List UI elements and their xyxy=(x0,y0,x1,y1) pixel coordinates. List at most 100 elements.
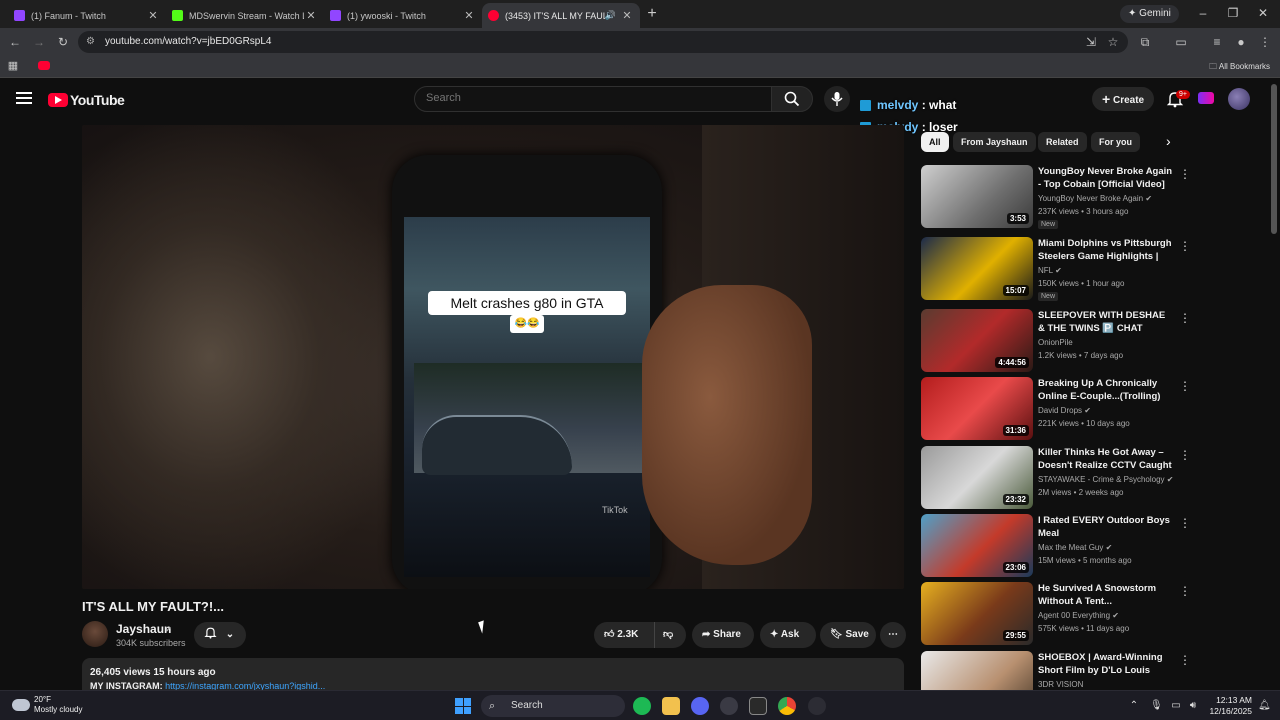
more-vertical-icon[interactable]: ⋮ xyxy=(1179,584,1191,598)
video-thumbnail[interactable]: 4:44:56 xyxy=(921,309,1033,372)
more-vertical-icon[interactable]: ⋮ xyxy=(1179,516,1191,530)
recommendation-item[interactable]: 29:55 He Survived A Snowstorm Without A T… xyxy=(921,582,1261,646)
extension-icon[interactable] xyxy=(1198,92,1214,104)
profile-icon[interactable]: ● xyxy=(1234,35,1248,49)
more-vertical-icon[interactable]: ⋮ xyxy=(1179,653,1191,667)
chrome-icon[interactable] xyxy=(778,697,796,715)
menu-icon[interactable]: ⋮ xyxy=(1258,35,1272,49)
more-vertical-icon[interactable]: ⋮ xyxy=(1179,379,1191,393)
voice-search-button[interactable] xyxy=(824,86,850,112)
forward-icon[interactable]: → xyxy=(32,35,46,49)
speaker-icon[interactable]: 🔊 xyxy=(605,10,616,21)
tab-close-icon[interactable]: ✕ xyxy=(304,9,318,22)
recommendation-title[interactable]: Breaking Up A Chronically Online E-Coupl… xyxy=(1038,377,1173,403)
site-info-icon[interactable]: ⚙ xyxy=(86,36,95,47)
windows-start-icon[interactable] xyxy=(455,698,471,714)
browser-tab[interactable]: (1) Fanum - Twitch ✕ xyxy=(8,3,166,28)
reload-icon[interactable]: ↻ xyxy=(56,35,70,49)
recommendation-title[interactable]: I Rated EVERY Outdoor Boys Meal xyxy=(1038,514,1173,540)
chip-for-you[interactable]: For you xyxy=(1091,132,1140,152)
browser-tab[interactable]: (1) ywooski - Twitch ✕ xyxy=(324,3,482,28)
bookmark-star-icon[interactable]: ☆ xyxy=(1106,35,1120,49)
video-thumbnail[interactable]: 31:36 xyxy=(921,377,1033,440)
more-vertical-icon[interactable]: ⋮ xyxy=(1179,448,1191,462)
epic-games-icon[interactable] xyxy=(749,697,767,715)
search-button[interactable] xyxy=(771,86,813,112)
subscribed-button[interactable]: ⌄ xyxy=(194,622,246,648)
install-app-icon[interactable]: ⇲ xyxy=(1084,35,1098,49)
create-button[interactable]: + Create xyxy=(1092,87,1155,111)
recommendation-item[interactable]: 4:44:56 SLEEPOVER WITH DESHAE & THE TWINS… xyxy=(921,309,1261,373)
search-box[interactable] xyxy=(414,86,772,112)
video-thumbnail[interactable]: 23:06 xyxy=(921,514,1033,577)
youtube-bookmark-icon[interactable] xyxy=(38,61,50,70)
mic-tray-icon[interactable]: 🎙︎ xyxy=(1150,700,1163,711)
recommendation-title[interactable]: SHOEBOX | Award-Winning Short Film by D'… xyxy=(1038,651,1173,677)
extensions-icon[interactable]: ⧉ xyxy=(1138,35,1152,50)
save-button[interactable]: 🔖︎ Save xyxy=(820,622,876,648)
chip-from-channel[interactable]: From Jayshaun xyxy=(953,132,1036,152)
recommendation-title[interactable]: Killer Thinks He Got Away – Doesn't Real… xyxy=(1038,446,1173,472)
discord-icon[interactable] xyxy=(691,697,709,715)
chip-all[interactable]: All xyxy=(921,132,949,152)
network-icon[interactable]: ▭ xyxy=(1170,700,1182,711)
tray-overflow-icon[interactable]: ⌃ xyxy=(1128,700,1140,711)
recommendation-item[interactable]: 3:53 YoungBoy Never Broke Again - Top Cob… xyxy=(921,165,1261,229)
tab-close-icon[interactable]: ✕ xyxy=(146,9,160,22)
account-avatar[interactable] xyxy=(1228,88,1250,110)
clock[interactable]: 12:13 AM 12/16/2025 xyxy=(1206,695,1252,717)
apps-grid-icon[interactable]: ▦ xyxy=(6,59,20,72)
gemini-button[interactable]: ✦ Gemini xyxy=(1120,5,1179,23)
notification-center-icon[interactable]: 🔔︎ xyxy=(1258,700,1271,711)
like-button[interactable]: 👍︎ 2.3K xyxy=(604,629,638,640)
video-player[interactable]: Melt crashes g80 in GTA 😂😂 TikTok xyxy=(82,125,904,589)
close-window-icon[interactable]: ✕ xyxy=(1256,6,1270,20)
tab-close-icon[interactable]: ✕ xyxy=(620,9,634,22)
search-input[interactable] xyxy=(426,92,746,104)
browser-tab-active[interactable]: (3453) IT'S ALL MY FAULT?!... 🔊 ✕ xyxy=(482,3,640,28)
recommendation-item[interactable]: 15:07 Miami Dolphins vs Pittsburgh Steele… xyxy=(921,237,1261,301)
restore-icon[interactable]: ❐ xyxy=(1226,6,1240,20)
chip-related[interactable]: Related xyxy=(1038,132,1087,152)
more-vertical-icon[interactable]: ⋮ xyxy=(1179,239,1191,253)
recommendation-title[interactable]: SLEEPOVER WITH DESHAE & THE TWINS 🅿️ CHA… xyxy=(1038,309,1173,335)
spotify-icon[interactable] xyxy=(633,697,651,715)
recommendation-item[interactable]: 31:36 Breaking Up A Chronically Online E-… xyxy=(921,377,1261,441)
more-vertical-icon[interactable]: ⋮ xyxy=(1179,167,1191,181)
chevron-right-icon[interactable]: › xyxy=(1166,133,1171,149)
steam-icon[interactable] xyxy=(720,697,738,715)
taskbar-search[interactable]: ⌕ Search xyxy=(481,695,625,717)
app-icon[interactable] xyxy=(808,697,826,715)
more-vertical-icon[interactable]: ⋮ xyxy=(1179,311,1191,325)
youtube-logo[interactable]: YouTube xyxy=(48,92,125,108)
recommendation-title[interactable]: Miami Dolphins vs Pittsburgh Steelers Ga… xyxy=(1038,237,1173,263)
recommendation-item[interactable]: 23:32 Killer Thinks He Got Away – Doesn't… xyxy=(921,446,1261,510)
all-bookmarks-button[interactable]: 🗀 All Bookmarks xyxy=(1209,61,1270,75)
recommendation-title[interactable]: He Survived A Snowstorm Without A Tent..… xyxy=(1038,582,1173,608)
video-thumbnail[interactable]: 29:55 xyxy=(921,582,1033,645)
channel-avatar[interactable] xyxy=(82,621,108,647)
video-thumbnail[interactable]: 3:53 xyxy=(921,165,1033,228)
channel-name[interactable]: Jayshaun xyxy=(116,622,171,636)
ask-button[interactable]: ✦ Ask xyxy=(760,622,816,648)
browser-tab[interactable]: MDSwervin Stream - Watch Live ✕ xyxy=(166,3,324,28)
video-thumbnail[interactable]: 15:07 xyxy=(921,237,1033,300)
weather-widget[interactable]: 20°F Mostly cloudy xyxy=(12,695,82,715)
more-actions-button[interactable]: ⋯ xyxy=(880,622,906,648)
share-button[interactable]: ➦ Share xyxy=(692,622,754,648)
reading-list-icon[interactable]: ≡ xyxy=(1210,35,1224,49)
hamburger-menu-icon[interactable] xyxy=(16,92,32,104)
tab-close-icon[interactable]: ✕ xyxy=(462,9,476,22)
dislike-button[interactable]: 👎︎ xyxy=(654,622,673,648)
recommendation-title[interactable]: YoungBoy Never Broke Again - Top Cobain … xyxy=(1038,165,1173,191)
video-thumbnail[interactable]: 23:32 xyxy=(921,446,1033,509)
address-bar[interactable]: ⚙ youtube.com/watch?v=jbED0GRspL4 ⇲ ☆ xyxy=(78,31,1128,53)
file-explorer-icon[interactable] xyxy=(662,697,680,715)
new-tab-button[interactable]: + xyxy=(644,5,660,23)
minimize-icon[interactable]: – xyxy=(1196,6,1210,20)
volume-icon[interactable]: 🔊︎ xyxy=(1187,700,1199,711)
scrollbar[interactable] xyxy=(1271,84,1277,234)
split-view-icon[interactable]: ▭ xyxy=(1174,35,1188,49)
recommendation-item[interactable]: 23:06 I Rated EVERY Outdoor Boys Meal Max … xyxy=(921,514,1261,578)
back-icon[interactable]: ← xyxy=(8,35,22,49)
